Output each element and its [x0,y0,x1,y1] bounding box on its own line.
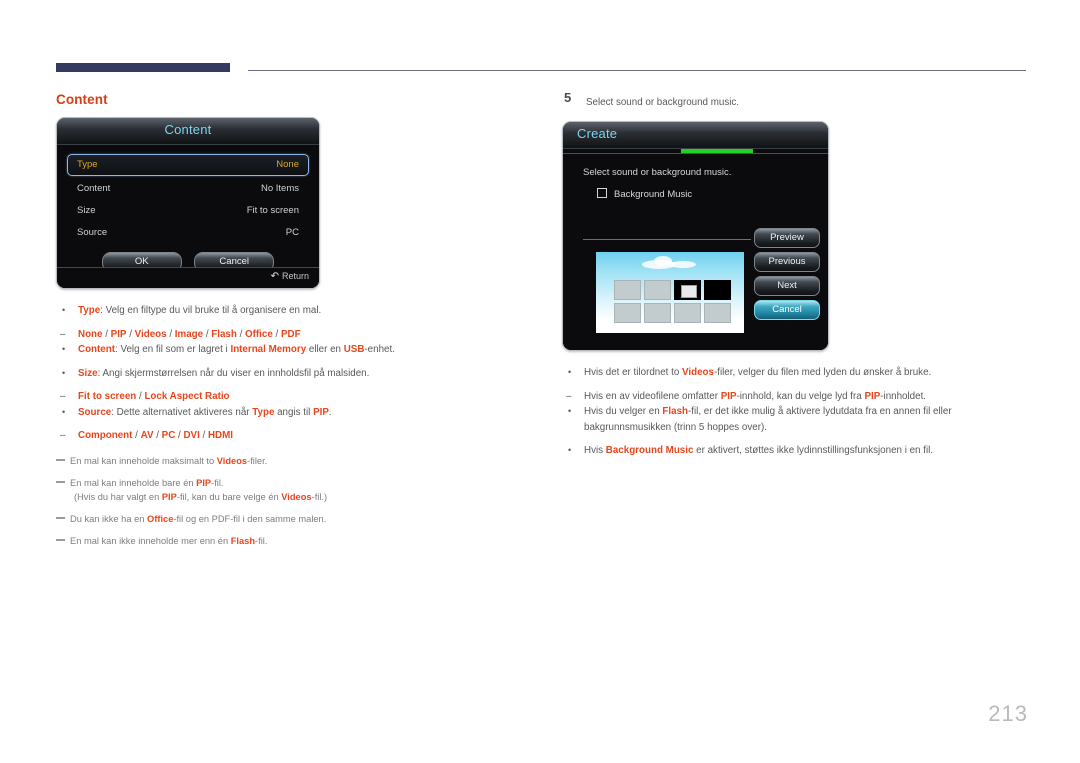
content-dialog-title: Content [164,122,212,137]
bullet-text: Hvis du velger en Flash-fil, er det ikke… [562,404,1032,435]
bullet-sub-text: Fit to screen / Lock Aspect Ratio [56,389,526,405]
content-dialog-titlebar: Content [57,118,319,145]
menu-row-source[interactable]: Source PC [67,222,309,242]
preview-tile [614,303,641,323]
background-music-checkbox-row[interactable]: Background Music [563,178,828,200]
bullet-text: Content: Velg en fil som er lagret i Int… [56,342,526,358]
menu-row-size-value: Fit to screen [246,205,299,216]
return-label: Return [281,271,309,281]
list-item: Content: Velg en fil som er lagret i Int… [56,342,526,358]
bullet-sub-text: None / PIP / Videos / Image / Flash / Of… [56,327,526,343]
right-column: 5 Select sound or background music. Crea… [562,90,1032,467]
page-header-rules [56,63,1026,75]
list-item: Hvis du velger en Flash-fil, er det ikke… [562,404,1032,435]
checkbox-icon[interactable] [597,188,607,198]
left-notes-list: En mal kan inneholde maksimalt to Videos… [56,454,526,548]
content-dialog-body: Type None Content No Items Size Fit to s… [57,145,319,288]
create-section-divider [583,239,751,240]
list-item: Type: Velg en filtype du vil bruke til å… [56,303,526,342]
step-text: Select sound or background music. [586,97,740,108]
menu-row-type-label: Type [77,159,98,170]
bullet-text: Hvis det er tilordnet to Videos-filer, v… [562,365,1032,381]
step-line: 5 Select sound or background music. [562,90,1032,110]
page-title: Content [56,92,108,107]
preview-tile-row [614,280,732,300]
right-bullet-list: Hvis det er tilordnet to Videos-filer, v… [562,365,1032,459]
preview-tile-row [614,303,732,323]
preview-tile-audio [674,280,701,300]
preview-tile [674,303,701,323]
menu-row-content[interactable]: Content No Items [67,178,309,198]
menu-row-size[interactable]: Size Fit to screen [67,200,309,220]
list-item: Hvis det er tilordnet to Videos-filer, v… [562,365,1032,404]
bullet-sub-text: Hvis en av videofilene omfatter PIP-innh… [562,389,1032,405]
preview-button[interactable]: Preview [754,228,820,248]
preview-tile [614,280,641,300]
background-music-label: Background Music [614,189,693,200]
note-item: Du kan ikke ha en Office-fil og en PDF-f… [56,512,526,526]
note-item: En mal kan inneholde bare én PIP-fil. (Hv… [56,476,526,504]
bullet-sub-text: Component / AV / PC / DVI / HDMI [56,428,526,444]
create-dialog-titlebar: Create [563,122,828,149]
note-item: En mal kan inneholde maksimalt to Videos… [56,454,526,468]
return-arrow-icon: ↶ [270,271,279,282]
list-item: Hvis Background Music er aktivert, støtt… [562,443,1032,459]
list-item: Size: Angi skjermstørrelsen når du viser… [56,366,526,405]
left-column: Content Content Type None Content No Ite… [56,92,526,556]
create-dialog-side-buttons: Preview Previous Next Cancel [754,228,820,324]
left-bullet-list: Type: Velg en filtype du vil bruke til å… [56,303,526,444]
cancel-button[interactable]: Cancel [754,300,820,320]
header-accent-bar [56,63,230,72]
preview-tile-dark [704,280,731,300]
preview-tile [704,303,731,323]
preview-tile [644,280,671,300]
create-prompt-text: Select sound or background music. [583,167,732,178]
menu-row-content-value: No Items [260,183,299,194]
previous-button[interactable]: Previous [754,252,820,272]
cloud-shape [670,261,696,268]
menu-row-source-label: Source [77,227,108,238]
bullet-text: Type: Velg en filtype du vil bruke til å… [56,303,526,319]
header-divider-line [248,70,1026,71]
wizard-progress-strip [563,149,828,154]
wizard-progress-fill [681,149,753,153]
template-preview-thumbnail[interactable] [596,252,744,333]
return-hint[interactable]: ↶ Return [271,271,309,282]
menu-row-type[interactable]: Type None [67,154,309,176]
menu-row-source-value: PC [285,227,299,238]
next-button[interactable]: Next [754,276,820,296]
content-osd-dialog: Content Type None Content No Items Size … [56,117,320,289]
create-osd-dialog: Create Select sound or background music.… [562,121,829,351]
bullet-text: Source: Dette alternativet aktiveres når… [56,405,526,421]
preview-tile-grid [614,280,732,326]
create-dialog-body: Select sound or background music. Backgr… [563,149,828,350]
menu-row-type-value: None [276,159,299,170]
create-dialog-title: Create [577,126,618,141]
page-number: 213 [988,701,1028,726]
note-item: En mal kan ikke inneholde mer enn én Fla… [56,534,526,548]
list-item: Source: Dette alternativet aktiveres når… [56,405,526,444]
bullet-text: Size: Angi skjermstørrelsen når du viser… [56,366,526,382]
preview-tile [644,303,671,323]
step-number: 5 [564,90,572,105]
content-menu-rows: Type None Content No Items Size Fit to s… [57,145,319,272]
bullet-text: Hvis Background Music er aktivert, støtt… [562,443,1032,459]
menu-row-size-label: Size [77,205,96,216]
content-dialog-footer: ↶ Return [57,267,319,288]
menu-row-content-label: Content [77,183,111,194]
